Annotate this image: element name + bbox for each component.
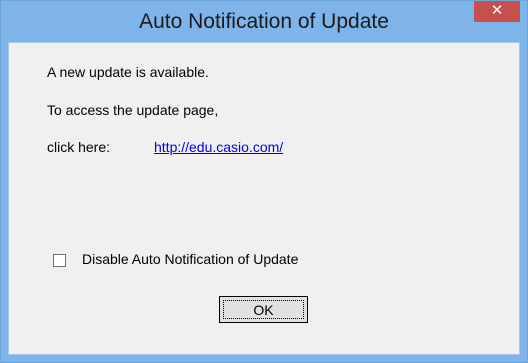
title-bar[interactable]: Auto Notification of Update ✕ — [1, 1, 527, 42]
dialog-window: Auto Notification of Update ✕ A new upda… — [0, 0, 528, 363]
update-message: A new update is available. — [47, 64, 209, 80]
update-page-link[interactable]: http://edu.casio.com/ — [154, 139, 283, 155]
access-instructions: To access the update page, — [47, 102, 219, 118]
disable-notification-label[interactable]: Disable Auto Notification of Update — [82, 251, 298, 267]
window-title: Auto Notification of Update — [139, 10, 389, 33]
close-icon: ✕ — [490, 2, 504, 19]
ok-button[interactable]: OK — [219, 296, 308, 323]
click-here-label: click here: — [47, 139, 111, 155]
close-button[interactable]: ✕ — [474, 1, 520, 22]
disable-notification-checkbox[interactable] — [53, 254, 66, 267]
ok-button-label: OK — [223, 300, 304, 319]
